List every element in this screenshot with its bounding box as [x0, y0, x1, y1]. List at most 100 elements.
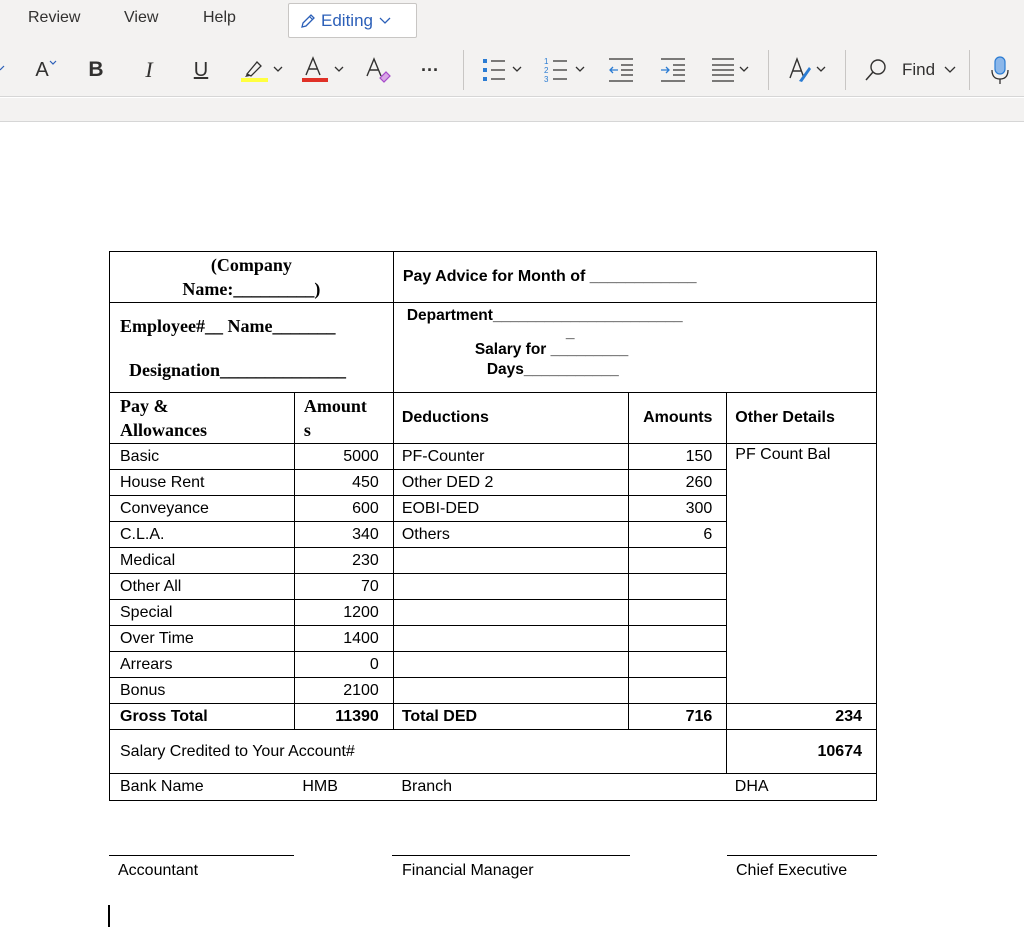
styles-icon: [789, 56, 826, 82]
deduction-amount: 6: [628, 521, 728, 548]
deduction-item: EOBI-DED: [392, 495, 630, 522]
grow-font-icon: A: [35, 58, 49, 81]
department-overflow: _: [565, 324, 575, 341]
decrease-indent-icon: [609, 58, 633, 82]
editing-mode-button[interactable]: Editing: [288, 3, 417, 38]
styles-button[interactable]: [787, 54, 835, 86]
numbering-button[interactable]: 123: [541, 54, 591, 86]
employee-field: Employee#__ Name_______: [120, 316, 336, 336]
divider: [969, 50, 970, 90]
department-field: Department______________________: [406, 307, 683, 324]
pay-item: House Rent: [109, 469, 295, 496]
other-details-cell: PF Count Bal: [726, 443, 877, 704]
font-color-button[interactable]: [301, 54, 347, 86]
pay-amount: 0: [293, 651, 394, 678]
italic-button[interactable]: I: [137, 54, 161, 86]
align-button[interactable]: [710, 54, 758, 86]
tab-view[interactable]: View: [124, 9, 158, 27]
microphone-icon: [991, 56, 1009, 84]
deduction-amount: 300: [628, 495, 728, 522]
credited-row: Salary Credited to Your Account# 10674: [108, 729, 877, 774]
header-amounts-line1: Amount: [303, 396, 367, 416]
dictate-button[interactable]: [988, 54, 1012, 86]
partial-tool-icon: [0, 54, 8, 86]
numbering-icon: 123: [544, 57, 585, 84]
svg-text:2: 2: [544, 66, 549, 75]
financial-manager-label: Financial Manager: [402, 862, 534, 879]
employee-info-cell: Employee#__ Name_______ Designation_____…: [109, 302, 394, 393]
pay-amount: 600: [293, 495, 394, 522]
bullets-button[interactable]: [481, 54, 529, 86]
tab-review[interactable]: Review: [28, 9, 80, 27]
more-options-button[interactable]: ···: [416, 54, 444, 86]
total-ded-value: 716: [628, 703, 728, 730]
bold-button[interactable]: B: [84, 54, 108, 86]
pay-amount: 230: [293, 547, 394, 574]
clear-formatting-button[interactable]: [364, 54, 396, 86]
department-cell: Department______________________ _ Salar…: [392, 302, 878, 393]
bold-icon: B: [88, 58, 104, 81]
font-color-icon: [302, 56, 344, 82]
company-name-line2: Name:_________): [182, 279, 321, 299]
deduction-item: [392, 677, 630, 704]
deduction-amount: [628, 573, 728, 600]
deduction-amount: [628, 625, 728, 652]
decrease-indent-button[interactable]: [607, 54, 635, 86]
branch-label: Branch: [393, 773, 629, 801]
find-button[interactable]: Find: [862, 54, 960, 86]
find-label: Find: [902, 60, 936, 79]
italic-icon: I: [145, 57, 153, 82]
highlight-button[interactable]: [240, 54, 286, 86]
deduction-amount: [628, 677, 728, 704]
gross-total-value: 11390: [293, 703, 394, 730]
branch-value: DHA: [726, 773, 877, 801]
header-amounts-line2: s: [303, 420, 311, 440]
bank-name-label: Bank Name: [109, 773, 295, 801]
header-amounts: Amount s: [293, 392, 394, 444]
gross-total-label: Gross Total: [109, 703, 295, 730]
salary-for-field: Salary for _________: [474, 341, 629, 358]
pay-item: Bonus: [109, 677, 295, 704]
svg-text:1: 1: [544, 57, 549, 66]
divider: [845, 50, 846, 90]
deduction-item: [392, 573, 630, 600]
deduction-item: [392, 547, 630, 574]
deduction-amount: 260: [628, 469, 728, 496]
caret-up-icon: [49, 60, 57, 65]
deduction-item: PF-Counter: [392, 443, 630, 470]
pay-item: Medical: [109, 547, 295, 574]
clear-formatting-icon: [366, 57, 391, 83]
header-row: (Company Name:_________) Pay Advice for …: [109, 251, 878, 303]
more-icon: ···: [421, 59, 439, 80]
pay-item: Other All: [109, 573, 295, 600]
underline-icon: U: [193, 58, 209, 81]
pay-amount: 340: [293, 521, 394, 548]
pay-item: C.L.A.: [109, 521, 295, 548]
highlight-icon: [241, 61, 283, 82]
days-field: Days___________: [486, 361, 619, 378]
deduction-item: Others: [392, 521, 630, 548]
tab-help[interactable]: Help: [203, 9, 236, 27]
company-name-cell: (Company Name:_________): [109, 251, 394, 303]
pay-item: Special: [109, 599, 295, 626]
header-ded-amounts: Amounts: [628, 392, 728, 444]
pencil-icon: [301, 13, 315, 28]
accountant-signature-line: [109, 855, 294, 856]
designation-field: Designation______________: [129, 360, 347, 380]
svg-text:3: 3: [544, 75, 549, 84]
pay-item: Basic: [109, 443, 295, 470]
grow-font-button[interactable]: A: [32, 54, 60, 86]
pay-amount: 450: [293, 469, 394, 496]
bank-name-value: HMB: [294, 773, 394, 801]
accountant-label: Accountant: [118, 862, 199, 879]
increase-indent-button[interactable]: [659, 54, 687, 86]
pay-amount: 5000: [293, 443, 394, 470]
ruler-gap: [0, 98, 1024, 122]
bank-row: Bank Name HMB Branch DHA: [109, 773, 877, 801]
net-salary-value: 10674: [726, 729, 877, 774]
employee-row: Employee#__ Name_______ Designation_____…: [109, 302, 878, 393]
underline-button[interactable]: U: [189, 54, 213, 86]
divider: [768, 50, 769, 90]
bullets-icon: [483, 59, 522, 81]
chief-executive-label: Chief Executive: [736, 862, 848, 879]
